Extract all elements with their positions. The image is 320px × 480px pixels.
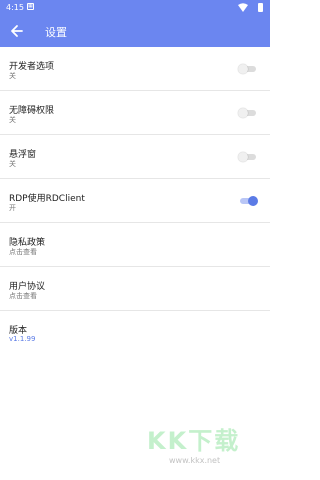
watermark: KK下载 www.kkx.net [145,418,265,478]
setting-status: 关 [9,72,16,80]
rdp-rdclient-toggle[interactable] [238,196,258,206]
toggle-thumb [238,108,248,118]
version-number: v1.1.99 [9,335,36,343]
arrow-left-icon[interactable] [10,23,24,39]
setting-user-agreement[interactable]: 用户协议 点击查看 [0,267,270,311]
toggle-thumb [248,196,258,206]
setting-hint: 点击查看 [9,292,37,300]
toggle-thumb [238,152,248,162]
notification-square-icon: ▦ [27,3,34,10]
wifi-icon [238,3,248,12]
app-bar: 设置 [0,16,270,47]
page-title: 设置 [45,26,67,39]
setting-accessibility-permission[interactable]: 无障碍权限 关 [0,91,270,135]
settings-list: 开发者选项 关 无障碍权限 关 悬浮窗 关 RDP使用RDClient 开 隐私… [0,47,270,355]
setting-label: RDP使用RDClient [9,194,85,204]
setting-status: 关 [9,116,16,124]
watermark-logo: KK下载 [147,427,241,455]
setting-floating-window[interactable]: 悬浮窗 关 [0,135,270,179]
setting-hint: 点击查看 [9,248,37,256]
battery-icon [258,3,263,12]
accessibility-toggle[interactable] [238,108,258,118]
setting-rdp-rdclient[interactable]: RDP使用RDClient 开 [0,179,270,223]
setting-status: 开 [9,204,16,212]
floating-window-toggle[interactable] [238,152,258,162]
toggle-thumb [238,64,248,74]
status-bar: 4:15 ▦ [0,0,270,16]
status-time: 4:15 [6,3,24,12]
setting-version[interactable]: 版本 v1.1.99 [0,311,270,355]
setting-developer-options[interactable]: 开发者选项 关 [0,47,270,91]
setting-privacy-policy[interactable]: 隐私政策 点击查看 [0,223,270,267]
watermark-url: www.kkx.net [169,456,221,465]
setting-status: 关 [9,160,16,168]
developer-options-toggle[interactable] [238,64,258,74]
